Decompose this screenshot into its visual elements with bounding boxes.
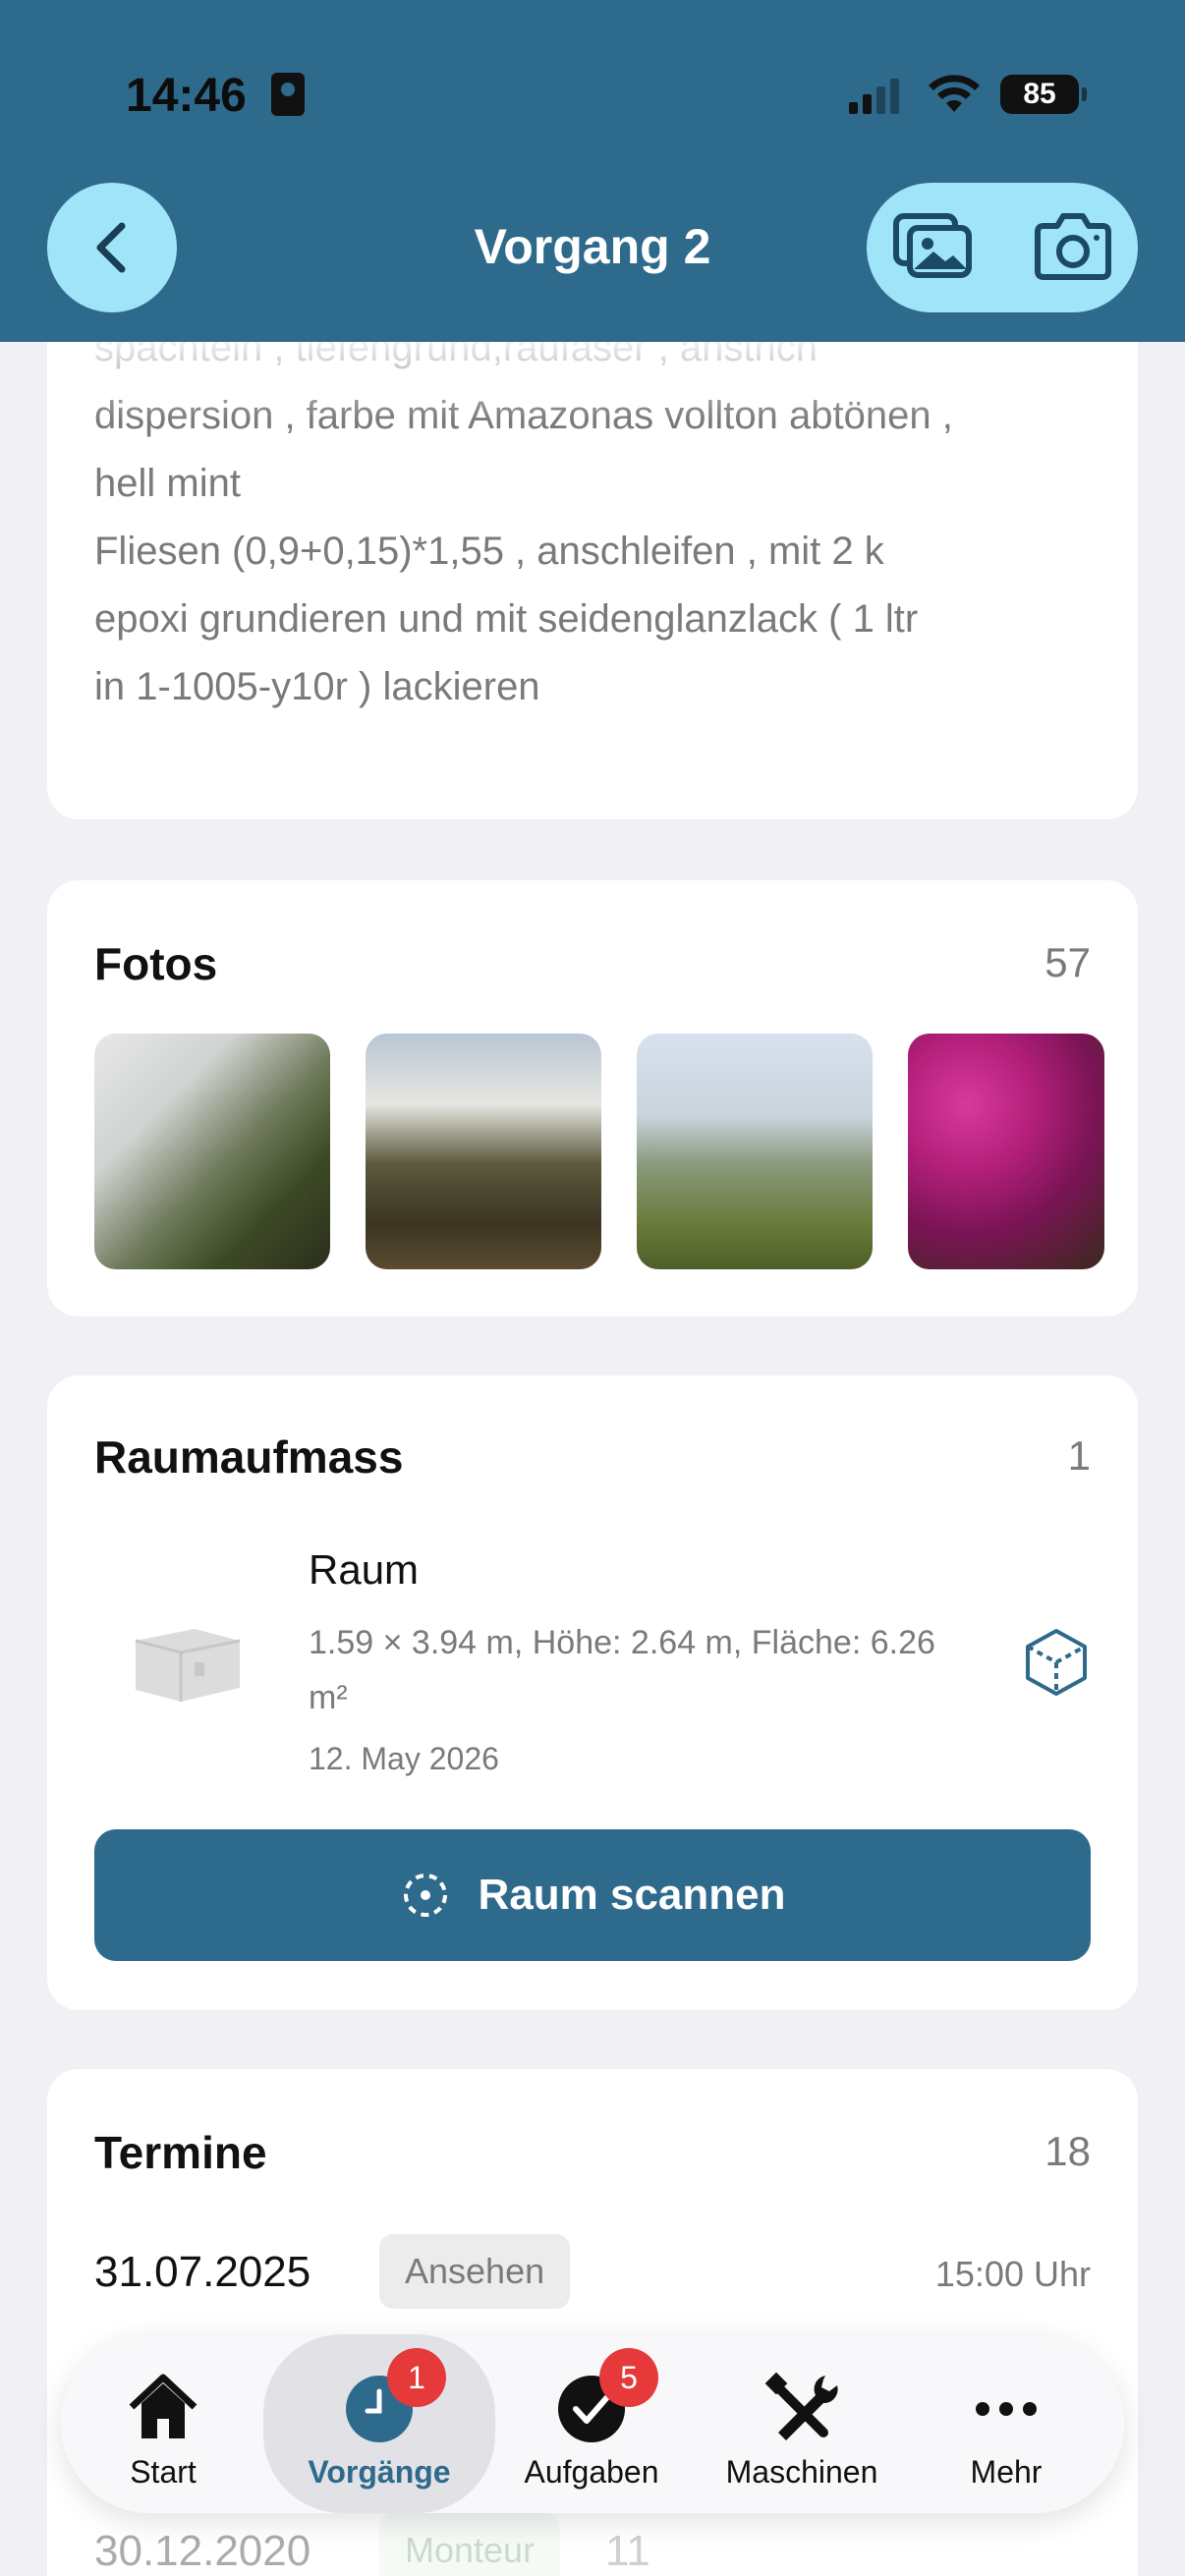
tab-maschinen[interactable]: Maschinen bbox=[702, 2334, 902, 2513]
wifi-icon bbox=[929, 75, 980, 112]
tab-mehr[interactable]: Mehr bbox=[928, 2334, 1085, 2513]
room-measure-count: 1 bbox=[1067, 1432, 1091, 1479]
house-icon bbox=[129, 2374, 198, 2438]
gallery-icon[interactable] bbox=[892, 212, 975, 281]
tab-label: Start bbox=[130, 2454, 197, 2490]
notification-badge: 5 bbox=[599, 2348, 658, 2407]
more-icon bbox=[976, 2402, 1037, 2416]
appointment-row[interactable]: 30.12.2020 Monteur 11 bbox=[94, 2513, 1091, 2576]
clock-icon: 1 bbox=[340, 2348, 446, 2446]
photos-title: Fotos bbox=[94, 938, 218, 989]
tab-label: Aufgaben bbox=[524, 2454, 659, 2490]
tab-aufgaben[interactable]: 5 Aufgaben bbox=[503, 2334, 680, 2513]
scroll-fade bbox=[47, 332, 1138, 420]
appointment-date: 30.12.2020 bbox=[94, 2527, 311, 2575]
room-dimensions: 1.59 × 3.94 m, Höhe: 2.64 m, Fläche: 6.2… bbox=[309, 1624, 935, 1716]
photo-thumbnail[interactable] bbox=[908, 1034, 1104, 1269]
appointment-date: 31.07.2025 bbox=[94, 2248, 311, 2296]
appointment-row[interactable]: 31.07.2025 Ansehen 15:00 Uhr bbox=[94, 2234, 1091, 2313]
tab-label: Maschinen bbox=[725, 2454, 878, 2490]
appointment-tag: Ansehen bbox=[379, 2234, 571, 2309]
tools-icon bbox=[764, 2372, 838, 2440]
header-actions bbox=[867, 183, 1138, 312]
cellular-signal-icon bbox=[849, 77, 899, 114]
tab-label: Vorgänge bbox=[308, 2454, 451, 2490]
appointment-tag: Monteur bbox=[379, 2513, 561, 2576]
photo-thumbnail[interactable] bbox=[366, 1034, 601, 1269]
ar-cube-icon[interactable] bbox=[1024, 1627, 1089, 1696]
scan-room-button[interactable]: Raum scannen bbox=[94, 1829, 1091, 1961]
photo-thumbnail[interactable] bbox=[637, 1034, 873, 1269]
photos-card: Fotos 57 bbox=[47, 880, 1138, 1316]
room-name: Raum bbox=[309, 1546, 420, 1593]
status-time: 14:46 bbox=[126, 70, 247, 122]
scan-room-label: Raum scannen bbox=[478, 1871, 786, 1919]
notification-badge: 1 bbox=[387, 2348, 446, 2407]
checkmark-icon: 5 bbox=[552, 2348, 658, 2446]
tab-label: Mehr bbox=[970, 2454, 1043, 2490]
tab-bar: Start 1 Vorgänge 5 Aufgaben Maschinen Me… bbox=[61, 2334, 1124, 2513]
photo-thumbnail[interactable] bbox=[94, 1034, 330, 1269]
room-measure-title: Raumaufmass bbox=[94, 1431, 404, 1483]
appointment-time: 11 bbox=[605, 2527, 650, 2575]
tab-vorgaenge[interactable]: 1 Vorgänge bbox=[263, 2334, 495, 2513]
scan-icon bbox=[403, 1874, 447, 1917]
battery-icon: 85 bbox=[1000, 75, 1087, 114]
room-3d-thumbnail[interactable] bbox=[126, 1611, 244, 1719]
header-bar: 14:46 85 Vorgang 2 bbox=[0, 0, 1185, 342]
appointments-title: Termine bbox=[94, 2127, 267, 2178]
contact-card-icon bbox=[271, 73, 305, 116]
room-date: 12. May 2026 bbox=[309, 1741, 499, 1776]
tab-start[interactable]: Start bbox=[94, 2334, 232, 2513]
photos-count: 57 bbox=[1044, 939, 1091, 985]
room-measure-card: Raumaufmass 1 Raum 1.59 × 3.94 m, Höhe: … bbox=[47, 1375, 1138, 2010]
camera-icon[interactable] bbox=[1032, 212, 1114, 281]
appointments-count: 18 bbox=[1044, 2128, 1091, 2174]
appointment-time: 15:00 Uhr bbox=[934, 2254, 1091, 2294]
